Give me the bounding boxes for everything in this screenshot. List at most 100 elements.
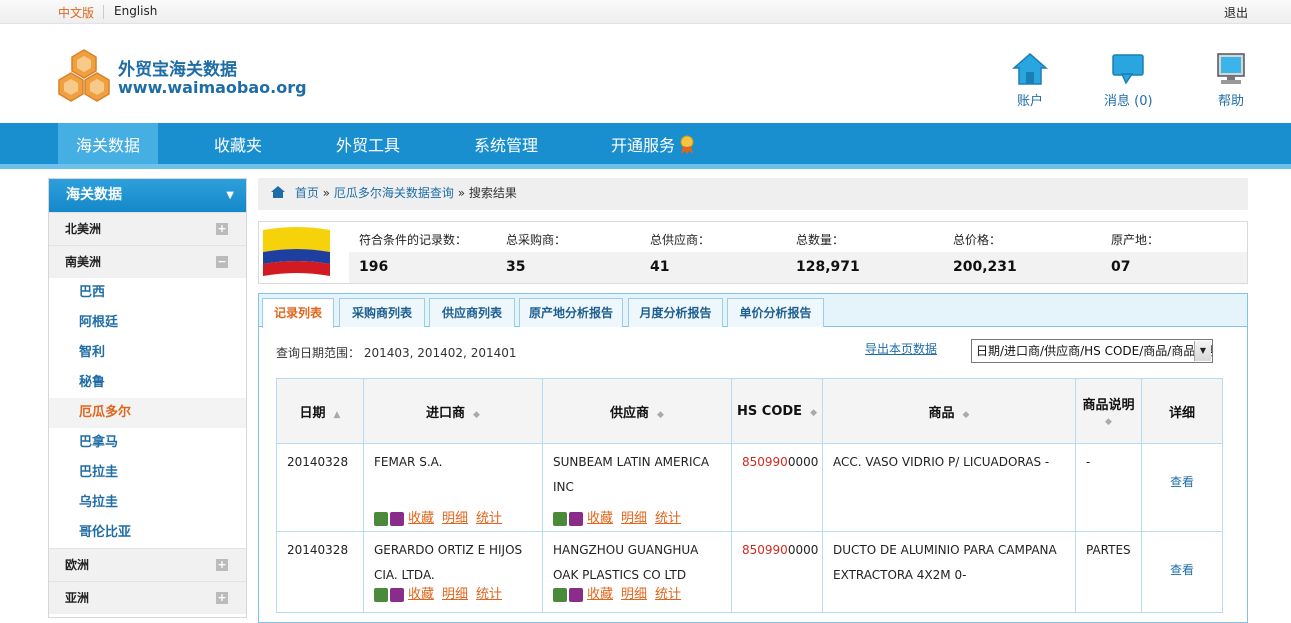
- region-north-america[interactable]: 北美洲 +: [49, 212, 246, 245]
- detail-link[interactable]: 明细: [442, 511, 468, 526]
- chevron-down-icon[interactable]: ▼: [1194, 341, 1211, 361]
- sort-arrows-icon[interactable]: ◆: [963, 410, 970, 420]
- share-icon[interactable]: [553, 587, 567, 602]
- expand-plus-icon[interactable]: +: [216, 223, 228, 235]
- favorite-link[interactable]: 收藏: [587, 587, 613, 602]
- tab-monthly-report[interactable]: 月度分析报告: [628, 298, 723, 327]
- country-brazil[interactable]: 巴西: [49, 278, 246, 308]
- nav-open-service-label: 开通服务: [610, 136, 675, 155]
- stats-link[interactable]: 统计: [476, 587, 502, 602]
- logout-link[interactable]: 退出: [1224, 4, 1248, 21]
- country-panama[interactable]: 巴拿马: [49, 428, 246, 458]
- stats-link[interactable]: 统计: [655, 511, 681, 526]
- view-link[interactable]: 查看: [1152, 470, 1212, 495]
- detail-link[interactable]: 明细: [442, 587, 468, 602]
- lang-chinese-link[interactable]: 中文版: [58, 4, 94, 21]
- sort-arrows-icon[interactable]: ◆: [657, 410, 664, 420]
- nav-system-admin[interactable]: 系统管理: [456, 123, 556, 164]
- sidebar-header[interactable]: 海关数据 ▼: [49, 179, 246, 212]
- summary-records-label: 符合条件的记录数：: [359, 233, 468, 247]
- detail-link[interactable]: 明细: [621, 587, 647, 602]
- sort-arrows-icon[interactable]: ◆: [810, 408, 817, 418]
- share-icon[interactable]: [374, 587, 388, 602]
- share-icon[interactable]: [553, 511, 567, 526]
- col-product-header[interactable]: 商品 ◆: [822, 378, 1076, 444]
- region-asia[interactable]: 亚洲 +: [49, 581, 246, 614]
- sort-field-select[interactable]: 日期/进口商/供应商/HS CODE/商品/商品说明 ▼: [971, 339, 1213, 363]
- cell-description: PARTES: [1075, 531, 1142, 613]
- summary-records-value: 196: [359, 259, 389, 275]
- view-link[interactable]: 查看: [1152, 558, 1212, 583]
- nav-favorites[interactable]: 收藏夹: [188, 123, 288, 164]
- detail-link[interactable]: 明细: [621, 511, 647, 526]
- country-argentina[interactable]: 阿根廷: [49, 308, 246, 338]
- expand-plus-icon[interactable]: +: [216, 559, 228, 571]
- cell-date: 20140328: [276, 443, 364, 532]
- sort-arrows-icon[interactable]: ◆: [1105, 417, 1112, 427]
- importer-name[interactable]: FEMAR S.A.: [374, 450, 532, 500]
- collapse-minus-icon[interactable]: −: [216, 256, 228, 268]
- country-peru[interactable]: 秘鲁: [49, 368, 246, 398]
- nav-open-service[interactable]: 开通服务: [598, 123, 708, 164]
- tab-records[interactable]: 记录列表: [262, 298, 334, 328]
- nav-trade-tools[interactable]: 外贸工具: [318, 123, 418, 164]
- stats-link[interactable]: 统计: [476, 511, 502, 526]
- supplier-name[interactable]: HANGZHOU GUANGHUA OAK PLASTICS CO LTD: [553, 538, 721, 582]
- double-chevron-down-icon: ▼: [226, 190, 234, 201]
- tab-origin-report[interactable]: 原产地分析报告: [519, 298, 623, 327]
- favorite-link[interactable]: 收藏: [408, 587, 434, 602]
- lang-english-link[interactable]: English: [114, 4, 157, 18]
- country-paraguay[interactable]: 巴拉圭: [49, 458, 246, 488]
- site-url[interactable]: www.waimaobao.org: [118, 78, 307, 97]
- breadcrumb-sep: »: [457, 186, 466, 200]
- yahoo-icon[interactable]: [569, 587, 583, 602]
- results-panel: 记录列表 采购商列表 供应商列表 原产地分析报告 月度分析报告 单价分析报告 查…: [258, 293, 1248, 623]
- tab-unit-price-report[interactable]: 单价分析报告: [727, 298, 824, 327]
- messages-label: 消息 (0): [1104, 94, 1153, 109]
- tab-suppliers[interactable]: 供应商列表: [429, 298, 515, 327]
- breadcrumb-home[interactable]: 首页: [295, 186, 319, 200]
- sort-arrows-icon[interactable]: ◆: [473, 410, 480, 420]
- col-description-header[interactable]: 商品说明 ◆: [1075, 378, 1142, 444]
- supplier-name[interactable]: SUNBEAM LATIN AMERICA INC: [553, 450, 721, 500]
- yahoo-icon[interactable]: [390, 587, 404, 602]
- stats-link[interactable]: 统计: [655, 587, 681, 602]
- cell-importer: FEMAR S.A. 收藏 明细 统计: [363, 443, 543, 532]
- region-label: 欧洲: [65, 558, 90, 572]
- region-europe[interactable]: 欧洲 +: [49, 548, 246, 581]
- cell-hscode[interactable]: 8509900000: [731, 443, 823, 532]
- header-label: 日期: [299, 405, 326, 421]
- tab-buyers[interactable]: 采购商列表: [339, 298, 425, 327]
- home-icon: [271, 186, 285, 198]
- col-date-header[interactable]: 日期 ▲: [276, 378, 364, 444]
- region-south-america[interactable]: 南美洲 −: [49, 245, 246, 278]
- export-page-link[interactable]: 导出本页数据: [865, 340, 937, 357]
- summary-panel: 符合条件的记录数： 总采购商： 总供应商： 总数量： 总价格： 原产地： 196…: [258, 221, 1248, 284]
- yahoo-icon[interactable]: [390, 511, 404, 526]
- country-uruguay[interactable]: 乌拉圭: [49, 488, 246, 518]
- country-colombia[interactable]: 哥伦比亚: [49, 518, 246, 548]
- records-table: 日期 ▲ 进口商 ◆ 供应商 ◆ HS CODE ◆ 商品 ◆ 商品说明 ◆ 详细 2014…: [276, 378, 1223, 613]
- col-hscode-header[interactable]: HS CODE ◆: [731, 378, 823, 444]
- site-title[interactable]: 外贸宝海关数据: [118, 55, 237, 80]
- col-supplier-header[interactable]: 供应商 ◆: [542, 378, 732, 444]
- favorite-link[interactable]: 收藏: [587, 511, 613, 526]
- country-chile[interactable]: 智利: [49, 338, 246, 368]
- messages-button[interactable]: 消息 (0): [1104, 52, 1153, 109]
- help-button[interactable]: 帮助: [1215, 52, 1247, 109]
- cell-hscode[interactable]: 8509900000: [731, 531, 823, 613]
- col-importer-header[interactable]: 进口商 ◆: [363, 378, 543, 444]
- header-label: HS CODE: [737, 403, 803, 419]
- expand-plus-icon[interactable]: +: [216, 592, 228, 604]
- account-button[interactable]: 账户: [1012, 52, 1048, 109]
- cell-date: 20140328: [276, 531, 364, 613]
- importer-name[interactable]: GERARDO ORTIZ E HIJOS CIA. LTDA.: [374, 538, 532, 582]
- sort-arrows-icon[interactable]: ▲: [334, 410, 341, 420]
- favorite-link[interactable]: 收藏: [408, 511, 434, 526]
- nav-customs-data[interactable]: 海关数据: [58, 123, 158, 164]
- country-ecuador[interactable]: 厄瓜多尔: [49, 398, 246, 428]
- share-icon[interactable]: [374, 511, 388, 526]
- yahoo-icon[interactable]: [569, 511, 583, 526]
- breadcrumb-query[interactable]: 厄瓜多尔海关数据查询: [334, 186, 454, 200]
- table-row: 20140328 GERARDO ORTIZ E HIJOS CIA. LTDA…: [276, 531, 1223, 613]
